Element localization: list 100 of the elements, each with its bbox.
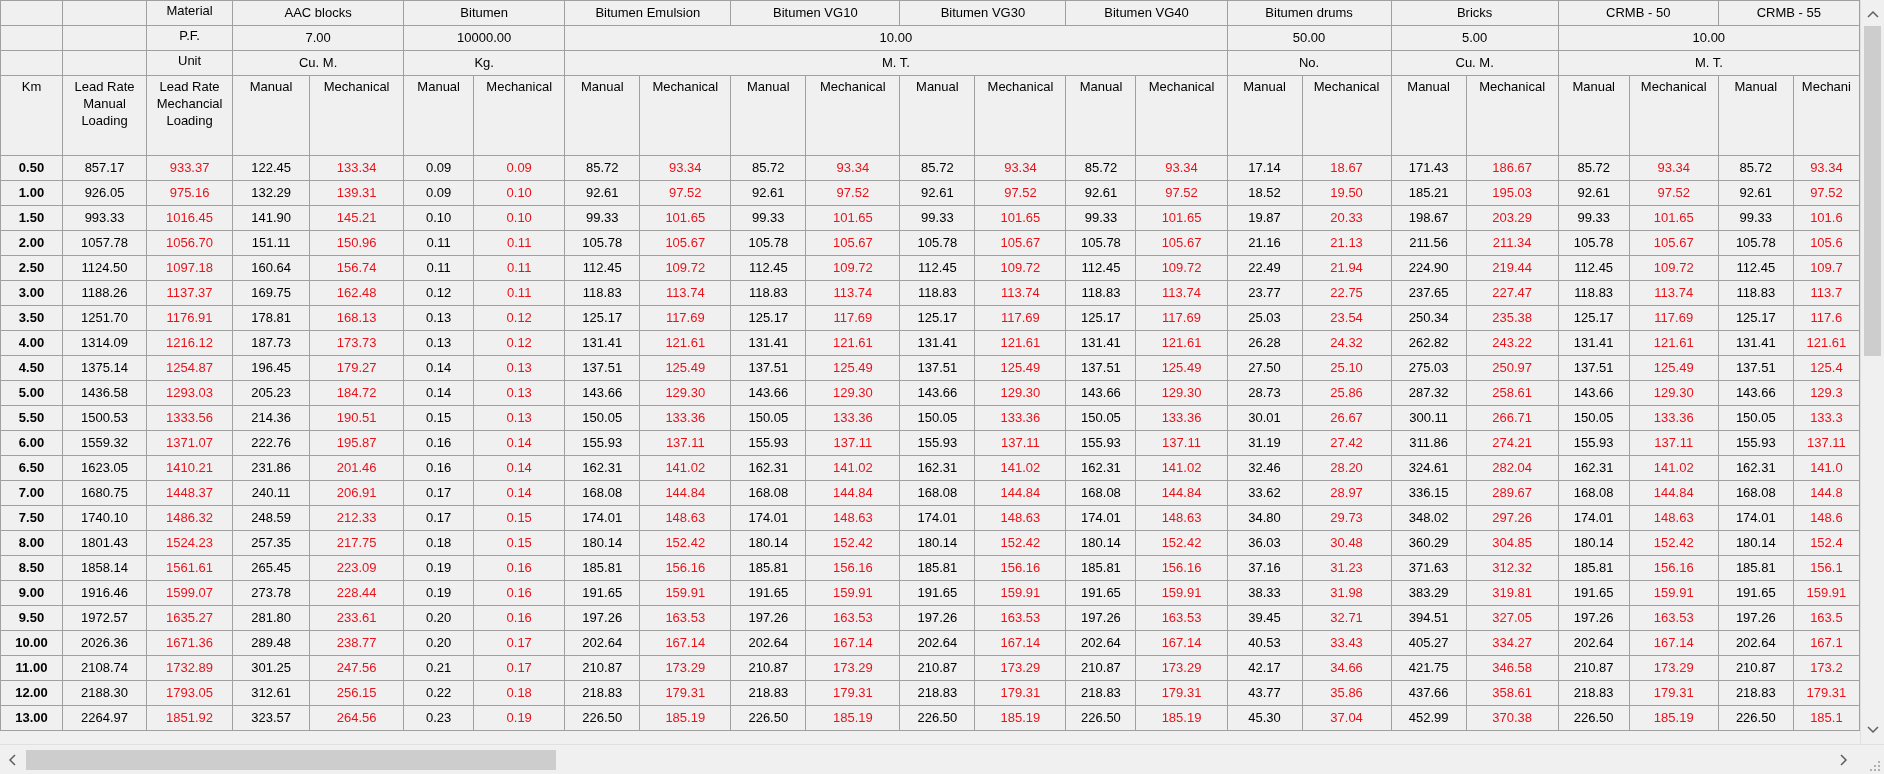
table-cell: 45.30 xyxy=(1227,705,1303,731)
table-cell: 1016.45 xyxy=(146,205,233,231)
table-cell: 22.49 xyxy=(1227,255,1303,281)
table-cell: 0.19 xyxy=(403,580,474,606)
column-header: Mechanical xyxy=(1466,75,1559,156)
table-cell: 125.17 xyxy=(1558,305,1630,331)
table-cell: 93.34 xyxy=(1136,155,1228,181)
table-cell: 224.90 xyxy=(1391,255,1467,281)
table-cell: 27.50 xyxy=(1227,355,1303,381)
material-header: AAC blocks xyxy=(232,0,404,26)
table-cell: 394.51 xyxy=(1391,605,1467,631)
material-header: Bitumen VG10 xyxy=(730,0,900,26)
pf-cell: 10000.00 xyxy=(403,25,565,51)
table-cell: 19.87 xyxy=(1227,205,1303,231)
table-cell: 167.14 xyxy=(974,630,1066,656)
table-cell: 206.91 xyxy=(309,480,404,506)
table-cell: 148.63 xyxy=(805,505,900,531)
table-cell: 34.66 xyxy=(1302,655,1392,681)
vertical-scrollbar[interactable] xyxy=(1860,0,1884,744)
table-cell: 117.69 xyxy=(974,305,1066,331)
table-cell: 196.45 xyxy=(232,355,310,381)
horizontal-scrollbar[interactable] xyxy=(0,744,1884,774)
material-header: Bitumen VG40 xyxy=(1065,0,1228,26)
table-cell: 0.11 xyxy=(473,255,565,281)
table-cell: 141.02 xyxy=(639,455,731,481)
column-header: Manual xyxy=(1558,75,1630,156)
table-cell: 131.41 xyxy=(1558,330,1630,356)
table-cell: 231.86 xyxy=(232,455,310,481)
table-cell: 226.50 xyxy=(1558,705,1630,731)
row-header: 4.00 xyxy=(0,330,63,356)
table-cell: 174.01 xyxy=(1065,505,1136,531)
table-cell: 248.59 xyxy=(232,505,310,531)
unit-cell: Cu. M. xyxy=(1391,50,1559,76)
table-cell: 1137.37 xyxy=(146,280,233,306)
table-cell: 0.14 xyxy=(473,455,565,481)
table-cell: 1599.07 xyxy=(146,580,233,606)
table-cell: 1254.87 xyxy=(146,355,233,381)
table-cell: 1972.57 xyxy=(62,605,147,631)
table-cell: 129.30 xyxy=(1136,380,1228,406)
table-cell: 93.34 xyxy=(805,155,900,181)
table-cell: 0.16 xyxy=(403,430,474,456)
column-header: Manual xyxy=(1391,75,1467,156)
table-cell: 975.16 xyxy=(146,180,233,206)
table-cell: 121.61 xyxy=(974,330,1066,356)
table-cell: 97.52 xyxy=(805,180,900,206)
table-cell: 993.33 xyxy=(62,205,147,231)
table-cell: 101.65 xyxy=(639,205,731,231)
table-cell: 1801.43 xyxy=(62,530,147,556)
resize-grip-icon[interactable] xyxy=(1870,760,1880,771)
table-cell: 1314.09 xyxy=(62,330,147,356)
table-cell: 371.63 xyxy=(1391,555,1467,581)
table-cell: 311.86 xyxy=(1391,430,1467,456)
table-cell: 327.05 xyxy=(1466,605,1559,631)
table-cell: 211.56 xyxy=(1391,230,1467,256)
table-cell: 99.33 xyxy=(899,205,975,231)
table-cell: 0.09 xyxy=(473,155,565,181)
table-cell: 163.53 xyxy=(639,605,731,631)
table-cell: 173.73 xyxy=(309,330,404,356)
table-cell: 148.63 xyxy=(1629,505,1719,531)
scrollbar-thumb[interactable] xyxy=(1864,26,1881,356)
table-cell: 125.17 xyxy=(564,305,640,331)
table-cell: 2026.36 xyxy=(62,630,147,656)
table-cell: 0.16 xyxy=(473,605,565,631)
table-cell: 152.4 xyxy=(1793,530,1860,556)
table-cell: 105.78 xyxy=(730,230,806,256)
table-cell: 1097.18 xyxy=(146,255,233,281)
table-cell: 1448.37 xyxy=(146,480,233,506)
table-cell: 168.08 xyxy=(564,480,640,506)
table-cell: 167.14 xyxy=(1136,630,1228,656)
table-cell: 155.93 xyxy=(1558,430,1630,456)
table-cell: 210.87 xyxy=(730,655,806,681)
table-cell: 163.53 xyxy=(974,605,1066,631)
table-cell: 0.14 xyxy=(403,355,474,381)
table-cell: 421.75 xyxy=(1391,655,1467,681)
table-cell: 133.36 xyxy=(639,405,731,431)
table-cell: 143.66 xyxy=(1718,380,1794,406)
table-cell: 0.13 xyxy=(403,330,474,356)
table-cell: 150.05 xyxy=(899,405,975,431)
table-cell: 185.19 xyxy=(639,705,731,731)
table-cell: 156.16 xyxy=(639,555,731,581)
table-cell: 358.61 xyxy=(1466,680,1559,706)
table-cell: 1851.92 xyxy=(146,705,233,731)
material-header: Bitumen drums xyxy=(1227,0,1392,26)
table-cell: 173.29 xyxy=(1136,655,1228,681)
row-header: 7.00 xyxy=(0,480,63,506)
table-cell: 203.29 xyxy=(1466,205,1559,231)
table-cell: 25.03 xyxy=(1227,305,1303,331)
column-header: Lead Rate Manual Loading xyxy=(62,75,147,156)
table-cell: 173.29 xyxy=(639,655,731,681)
table-cell: 1124.50 xyxy=(62,255,147,281)
table-cell: 210.87 xyxy=(564,655,640,681)
column-header: Mechanical xyxy=(309,75,404,156)
scrollbar-thumb[interactable] xyxy=(26,749,556,770)
table-cell: 173.2 xyxy=(1793,655,1860,681)
table-cell: 141.02 xyxy=(974,455,1066,481)
table-cell: 137.11 xyxy=(1136,430,1228,456)
table-cell: 137.51 xyxy=(899,355,975,381)
table-cell: 163.53 xyxy=(805,605,900,631)
table-cell: 0.14 xyxy=(473,480,565,506)
table-cell: 179.27 xyxy=(309,355,404,381)
